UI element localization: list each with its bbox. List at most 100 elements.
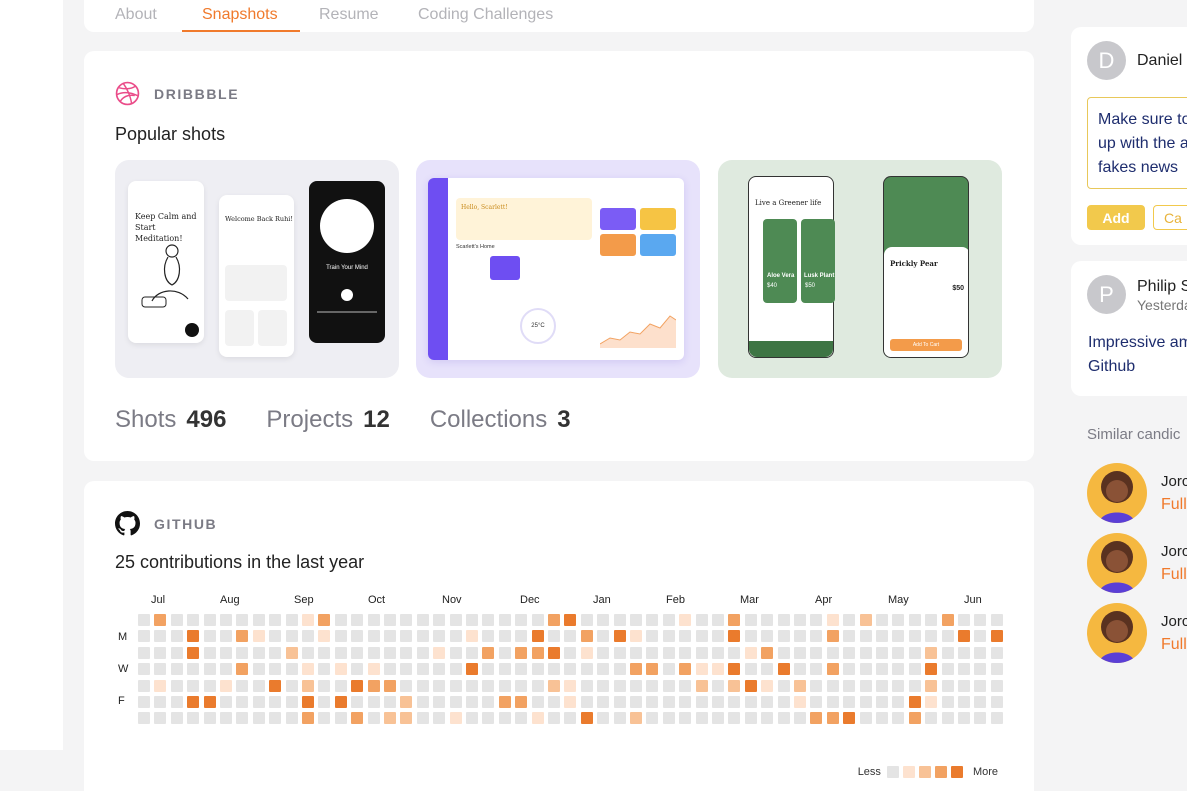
contribution-cell [204,712,216,724]
contribution-cell [925,663,937,675]
contribution-cell [991,712,1003,724]
banner-heading: Hello, Scarlett! [461,204,508,211]
contribution-cell [433,630,445,642]
contribution-cell [417,647,429,659]
contribution-cell [171,630,183,642]
contribution-cell [138,712,150,724]
comment-line: fakes news [1098,159,1179,176]
contribution-cell [466,647,478,659]
phone-screen: Live a Greener life Aloe Vera $40 Lusk P… [748,176,835,358]
contribution-cell [597,663,609,675]
contribution-cell [466,712,478,724]
contribution-cell [958,630,970,642]
contribution-cell [466,663,478,675]
contribution-cell [154,630,166,642]
similar-candidate[interactable]: Jorc Full [1087,603,1187,663]
contribution-cell [827,696,839,708]
tab-about[interactable]: About [115,6,157,24]
contribution-cell [679,647,691,659]
dribbble-title: Popular shots [115,124,226,144]
github-title: 25 contributions in the last year [115,552,365,572]
legend-swatch [902,766,915,778]
contribution-cell [187,630,199,642]
cancel-comment-button[interactable]: Ca [1153,205,1187,230]
contribution-cell [712,680,724,692]
contribution-cell [433,647,445,659]
contribution-cell [450,680,462,692]
contribution-cell [204,630,216,642]
contribution-cell [810,647,822,659]
contribution-cell [630,630,642,642]
contribution-cell [368,630,380,642]
contribution-cell [220,647,232,659]
contribution-cell [843,663,855,675]
contribution-cell [860,647,872,659]
contribution-cell [876,647,888,659]
comment-time: Yesterda [1137,297,1187,313]
contribution-cell [991,696,1003,708]
contribution-cell [351,696,363,708]
meditation-illustration-icon [141,244,189,308]
contribution-cell [646,712,658,724]
contribution-cell [646,663,658,675]
contribution-cell [810,680,822,692]
contribution-cell [368,663,380,675]
contribution-cell [515,696,527,708]
contribution-cell [761,663,773,675]
comment-input[interactable]: Make sure to up with the a fakes news [1087,97,1187,189]
contribution-cell [630,614,642,626]
contribution-cell [761,680,773,692]
contribution-cell [942,696,954,708]
month-label: Aug [220,594,240,606]
month-label: Jun [964,594,982,606]
shot-smart-home-dashboard[interactable]: Hello, Scarlett! Scarlett's Home 25°C [416,160,700,378]
contribution-cell [548,663,560,675]
tab-resume[interactable]: Resume [319,6,379,24]
github-label: GITHUB [154,515,218,532]
contribution-cell [564,680,576,692]
contribution-cell [433,696,445,708]
add-comment-button[interactable]: Add [1087,205,1145,230]
contribution-cell [630,712,642,724]
contribution-cell [253,614,265,626]
contribution-cell [876,614,888,626]
contribution-cell [663,630,675,642]
similar-candidate[interactable]: Jorc Full [1087,463,1187,523]
contribution-cell [827,614,839,626]
contribution-cell [450,630,462,642]
contribution-cell [532,696,544,708]
tab-coding-challenges[interactable]: Coding Challenges [418,6,553,24]
contribution-cell [138,696,150,708]
contribution-cell [597,696,609,708]
comment-card-daniel: D Daniel Make sure to up with the a fake… [1071,27,1187,245]
contribution-cell [286,696,298,708]
contribution-cell [368,696,380,708]
left-panel [0,0,63,750]
shot-plant-shop[interactable]: Live a Greener life Aloe Vera $40 Lusk P… [718,160,1002,378]
comment-card-philip: P Philip S Yesterda Impressive am Github [1071,261,1187,396]
portrait-icon [320,199,374,253]
contribution-cell [450,647,462,659]
contribution-cell [597,647,609,659]
cart-bar [749,341,833,357]
contribution-cell [581,647,593,659]
product-name: Aloe Vera [767,273,795,279]
candidate-avatar-icon [1087,463,1147,523]
shot-meditation-app[interactable]: Keep Calm and Start Meditation! Welcome … [115,160,399,378]
comment-line: Make sure to [1098,111,1187,128]
contribution-cell [450,614,462,626]
tab-snapshots[interactable]: Snapshots [202,6,278,24]
contribution-cell [417,712,429,724]
contribution-cell [302,680,314,692]
contribution-cell [925,712,937,724]
contribution-cell [794,630,806,642]
contribution-cell [384,647,396,659]
contribution-cell [581,680,593,692]
month-label: Sep [294,594,314,606]
dribbble-stats: Shots 496 Projects 12 Collections 3 [115,406,611,434]
active-tab-indicator [182,30,300,32]
contribution-cell [171,647,183,659]
contribution-cell [909,630,921,642]
similar-candidate[interactable]: Jorc Full [1087,533,1187,593]
contribution-cell [696,614,708,626]
